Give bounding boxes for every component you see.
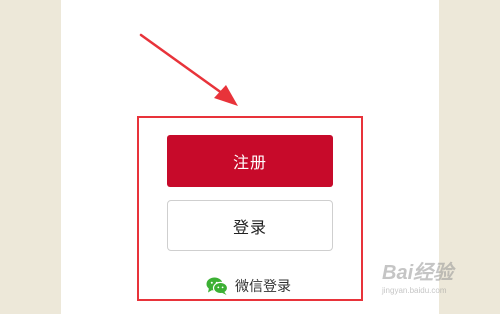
wechat-login-link[interactable]: 微信登录 (206, 274, 291, 298)
watermark-brand: Bai经验 (382, 262, 454, 284)
register-button[interactable]: 注册 (167, 135, 333, 187)
wechat-login-label: 微信登录 (235, 279, 291, 295)
watermark-url: jingyan.baidu.com (382, 286, 447, 295)
login-button[interactable]: 登录 (167, 200, 333, 251)
screenshot-page: 注册 登录 微信登录 Bai经验 jingyan.baidu.com (0, 0, 500, 314)
wechat-icon (206, 277, 228, 295)
baidu-jingyan-watermark: Bai经验 jingyan.baidu.com (380, 256, 500, 306)
